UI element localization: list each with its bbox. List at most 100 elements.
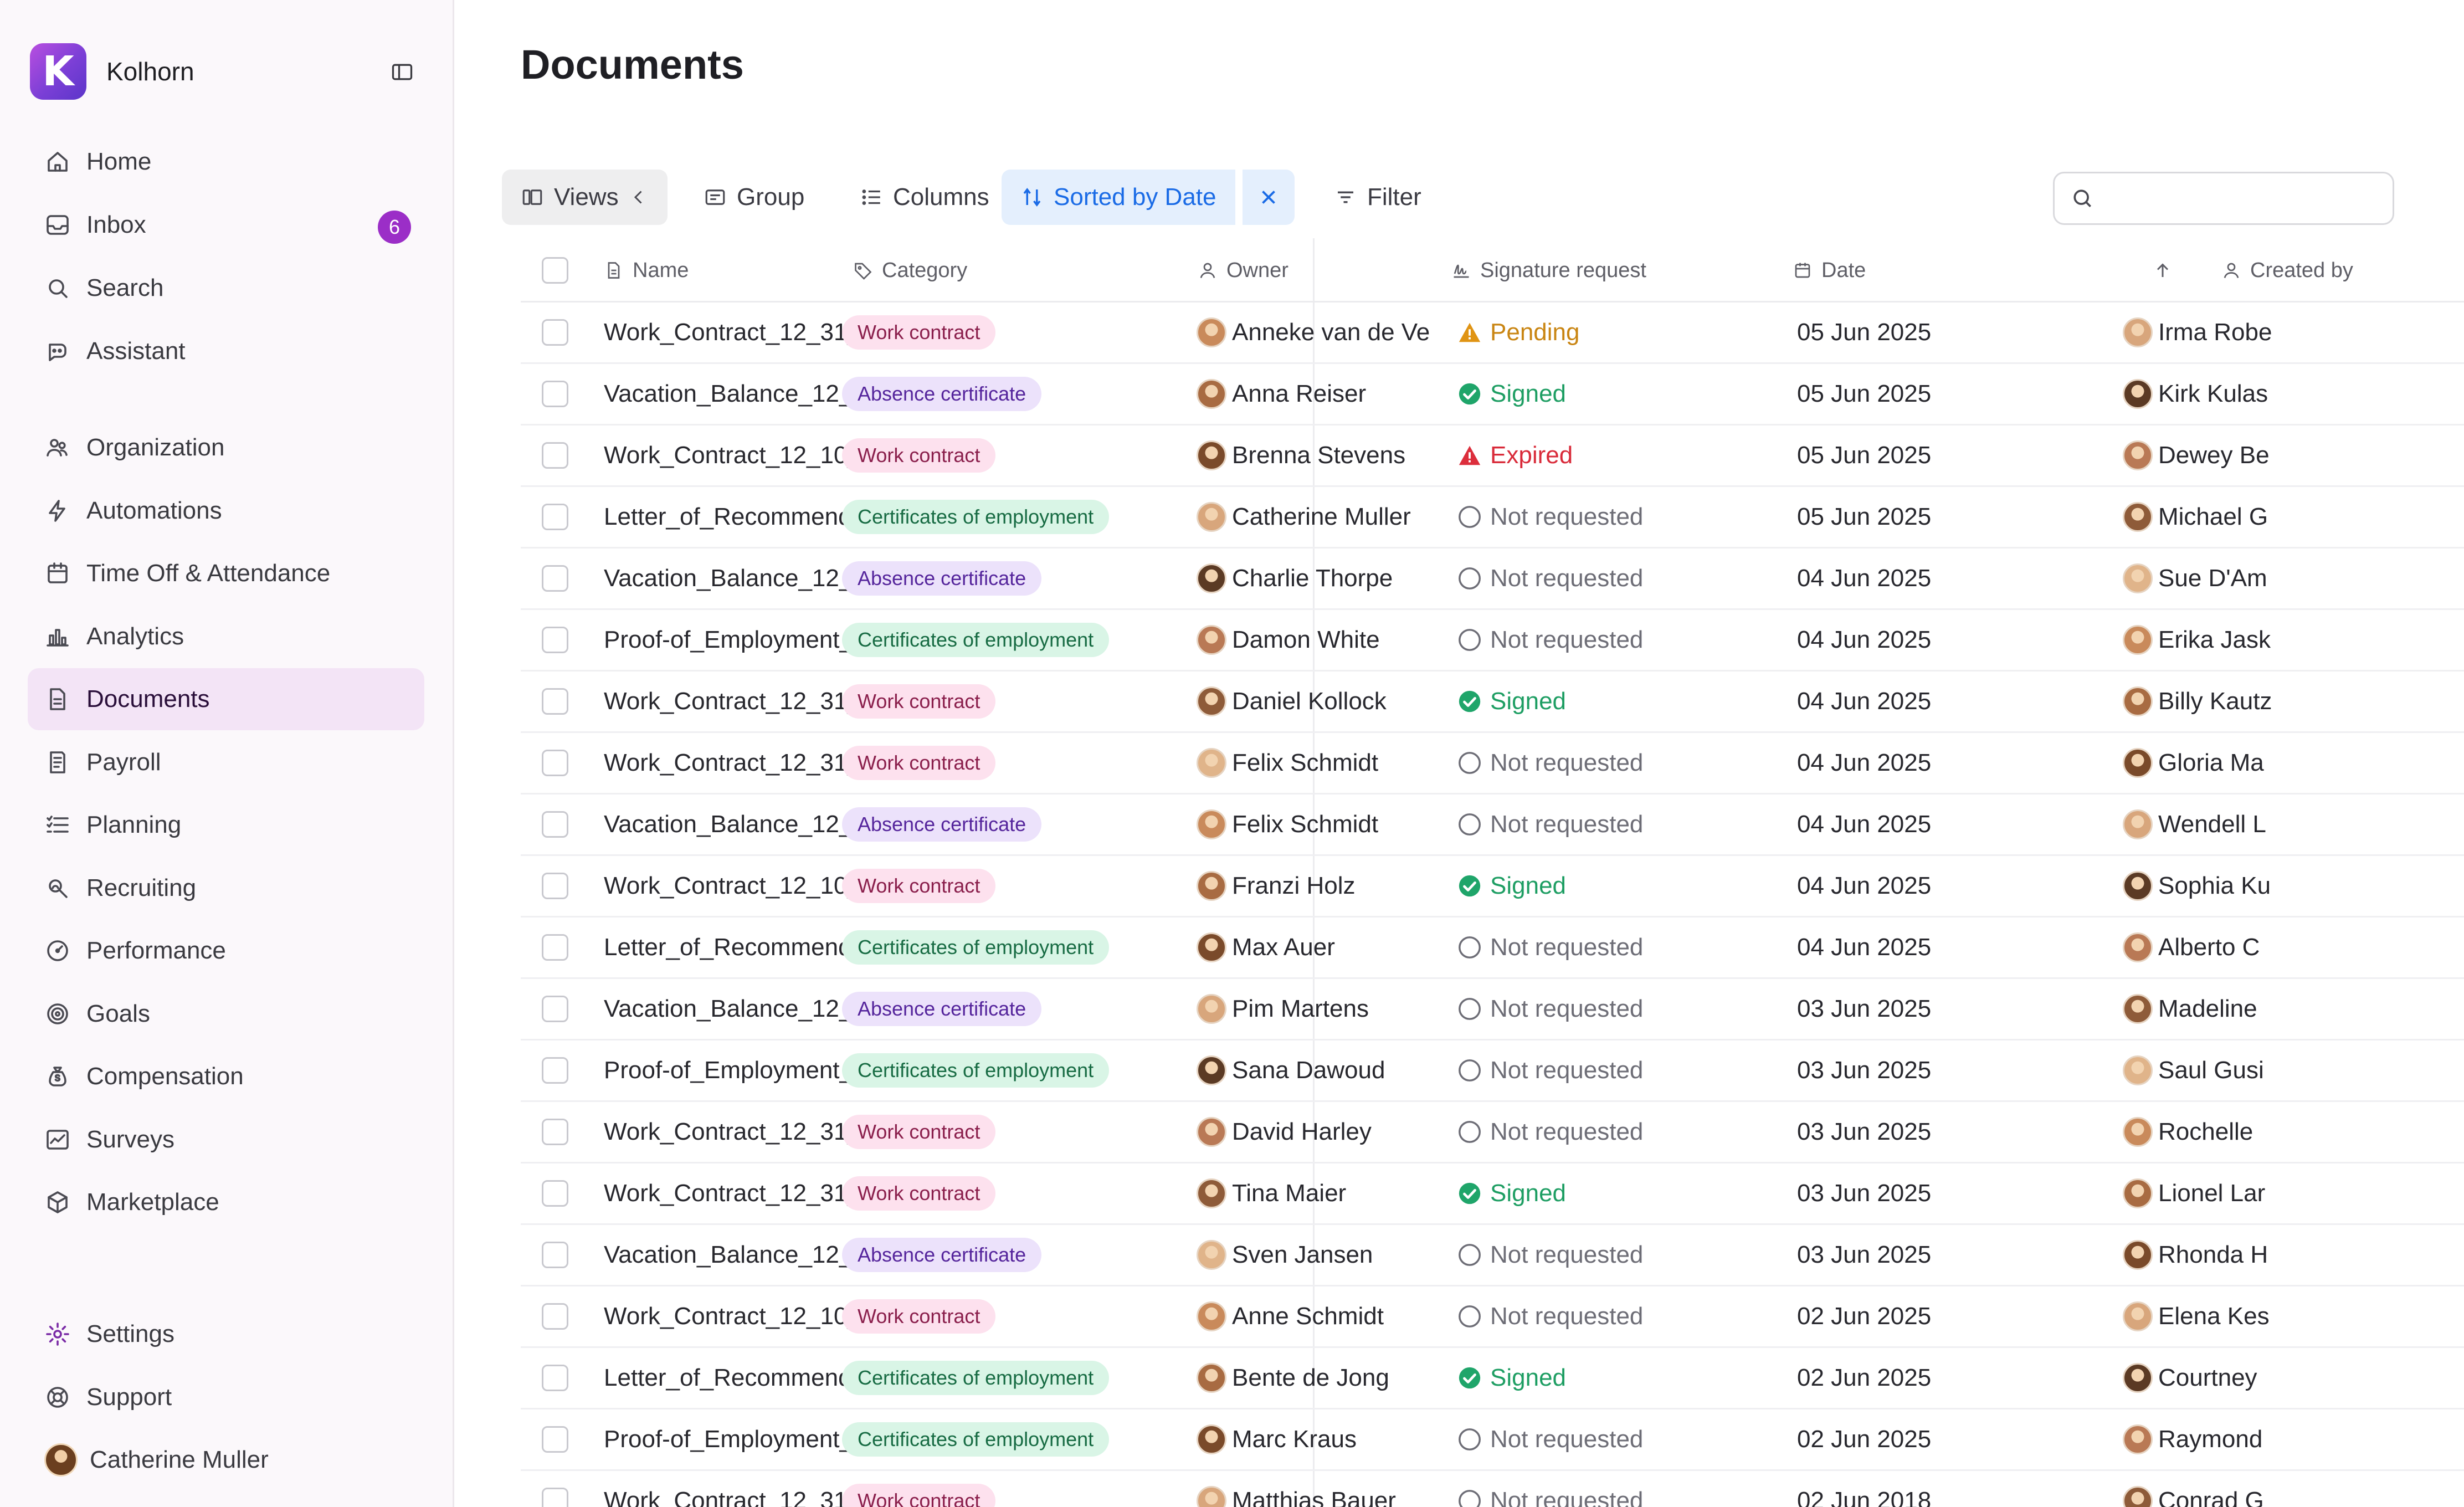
sidebar-item-settings[interactable]: Settings [28, 1303, 424, 1365]
header-date[interactable]: Date [1793, 238, 1866, 303]
sidebar-item-marketplace[interactable]: Marketplace [28, 1171, 424, 1233]
filter-button[interactable]: Filter [1315, 170, 1440, 225]
sort-ascending-icon[interactable] [2153, 238, 2181, 303]
views-button[interactable]: Views [502, 170, 668, 225]
sidebar-item-organization[interactable]: Organization [28, 417, 424, 479]
creator-avatar [2123, 748, 2153, 778]
table-row[interactable]: Vacation_Balance_12_25_20 Absence certif… [521, 1225, 2464, 1286]
creator-avatar [2123, 1055, 2153, 1085]
sidebar-item-goals[interactable]: Goals [28, 983, 424, 1045]
workspace-name[interactable]: Kolhorn [106, 57, 194, 86]
sidebar-item-performance[interactable]: Performance [28, 920, 424, 982]
category-badge: Work contract [842, 1176, 996, 1211]
sidebar-item-automations[interactable]: Automations [28, 480, 424, 542]
header-created-by[interactable]: Created by [2221, 238, 2353, 303]
table-row[interactable]: Work_Contract_12_31_2023 Work contract D… [521, 672, 2464, 733]
table-row[interactable]: Work_Contract_12_10_2023 Work contract F… [521, 856, 2464, 917]
creator-name: Michael G [2158, 503, 2268, 530]
row-checkbox[interactable] [542, 1119, 568, 1145]
category-badge: Certificates of employment [842, 1422, 1110, 1457]
sidebar-item-payroll[interactable]: Payroll [28, 731, 424, 793]
row-checkbox[interactable] [542, 811, 568, 838]
table-search[interactable] [2053, 172, 2394, 225]
row-checkbox[interactable] [542, 688, 568, 715]
row-checkbox[interactable] [542, 1365, 568, 1391]
table-row[interactable]: Vacation_Balance_12_25_20 Absence certif… [521, 549, 2464, 610]
table-row[interactable]: Work_Contract_12_10_2023 Work contract B… [521, 426, 2464, 487]
row-select-cell [542, 1102, 575, 1162]
signature-status-label: Not requested [1490, 934, 1644, 961]
header-signature[interactable]: Signature request [1451, 238, 1646, 303]
sidebar-item-time-off-attendance[interactable]: Time Off & Attendance [28, 542, 424, 604]
table-row[interactable]: Work_Contract_12_31_2023 Work contract D… [521, 1102, 2464, 1163]
table-row[interactable]: Letter_of_Recommendation_ Certificates o… [521, 487, 2464, 549]
table-row[interactable]: Work_Contract_12_31_2023 Work contract A… [521, 303, 2464, 364]
row-checkbox[interactable] [542, 750, 568, 776]
row-checkbox[interactable] [542, 1057, 568, 1084]
sidebar-item-recruiting[interactable]: Recruiting [28, 857, 424, 919]
table-row[interactable]: Work_Contract_12_31_2023 Work contract M… [521, 1471, 2464, 1507]
row-checkbox[interactable] [542, 504, 568, 530]
table-row[interactable]: Letter_of_Recommendation_ Certificates o… [521, 917, 2464, 979]
table-row[interactable]: Proof-of_Employment_12_31 Certificates o… [521, 1409, 2464, 1471]
row-checkbox[interactable] [542, 442, 568, 469]
header-name[interactable]: Name [604, 238, 689, 303]
table-row[interactable]: Work_Contract_12_31_2023 Work contract T… [521, 1163, 2464, 1225]
user-avatar [44, 1443, 78, 1477]
table-row[interactable]: Proof-of_Employment_12_31 Certificates o… [521, 610, 2464, 672]
search-input[interactable] [2106, 186, 2371, 211]
sidebar-item-inbox[interactable]: Inbox 6 [28, 194, 424, 256]
row-checkbox[interactable] [542, 381, 568, 407]
table-row[interactable]: Proof-of_Employment_12_31 Certificates o… [521, 1040, 2464, 1102]
row-checkbox[interactable] [542, 996, 568, 1022]
row-checkbox[interactable] [542, 873, 568, 899]
sort-button[interactable]: Sorted by Date [1002, 170, 1235, 225]
creator-name: Rochelle [2158, 1118, 2253, 1145]
row-checkbox[interactable] [542, 1303, 568, 1330]
sidebar-item-catherine-muller[interactable]: Catherine Muller [28, 1429, 424, 1491]
sidebar-item-planning[interactable]: Planning [28, 794, 424, 856]
header-category[interactable]: Category [853, 238, 967, 303]
row-checkbox[interactable] [542, 1242, 568, 1268]
table-row[interactable]: Work_Contract_12_10_2023 Work contract A… [521, 1286, 2464, 1348]
sidebar-item-compensation[interactable]: Compensation [28, 1045, 424, 1108]
sidebar-item-support[interactable]: Support [28, 1366, 424, 1428]
row-checkbox[interactable] [542, 565, 568, 592]
group-label: Group [737, 183, 805, 211]
creator-avatar [2123, 440, 2153, 470]
clear-sort-button[interactable] [1241, 170, 1295, 225]
sidebar-toggle-icon[interactable] [387, 57, 418, 88]
table-row[interactable]: Vacation_Balance_12_25_20 Absence certif… [521, 979, 2464, 1040]
owner-name: Tina Maier [1232, 1180, 1347, 1207]
row-checkbox[interactable] [542, 934, 568, 961]
row-checkbox[interactable] [542, 627, 568, 653]
sidebar-item-surveys[interactable]: Surveys [28, 1109, 424, 1171]
app-logo[interactable]: K [30, 43, 86, 100]
row-checkbox[interactable] [542, 1426, 568, 1453]
owner-cell: Damon White [1197, 610, 1429, 670]
table-row[interactable]: Letter_of_Recommendation_ Certificates o… [521, 1348, 2464, 1409]
row-checkbox[interactable] [542, 319, 568, 346]
signature-status: Not requested [1457, 1225, 1767, 1285]
table-row[interactable]: Work_Contract_12_31_2023 Work contract F… [521, 733, 2464, 794]
creator-avatar [2123, 502, 2153, 532]
creator-avatar [2123, 1178, 2153, 1208]
filter-label: Filter [1367, 183, 1421, 211]
sidebar-item-label: Recruiting [86, 874, 197, 901]
table-row[interactable]: Vacation_Balance_12_25_20 Absence certif… [521, 794, 2464, 856]
header-owner[interactable]: Owner [1198, 238, 1289, 303]
sidebar-item-home[interactable]: Home [28, 131, 424, 193]
sidebar-item-search[interactable]: Search [28, 257, 424, 319]
columns-button[interactable]: Columns [841, 170, 1008, 225]
sidebar-item-assistant[interactable]: Assistant [28, 320, 424, 382]
owner-avatar [1197, 932, 1226, 962]
sidebar-item-analytics[interactable]: Analytics [28, 606, 424, 668]
table-row[interactable]: Vacation_Balance_12_25_20 Absence certif… [521, 364, 2464, 426]
signature-status: Signed [1457, 1163, 1767, 1223]
category-cell: Absence certificate [842, 549, 1174, 608]
sidebar-item-documents[interactable]: Documents [28, 668, 424, 730]
group-button[interactable]: Group [685, 170, 823, 225]
row-checkbox[interactable] [542, 1180, 568, 1207]
select-all-checkbox[interactable] [542, 257, 568, 284]
row-checkbox[interactable] [542, 1488, 568, 1507]
